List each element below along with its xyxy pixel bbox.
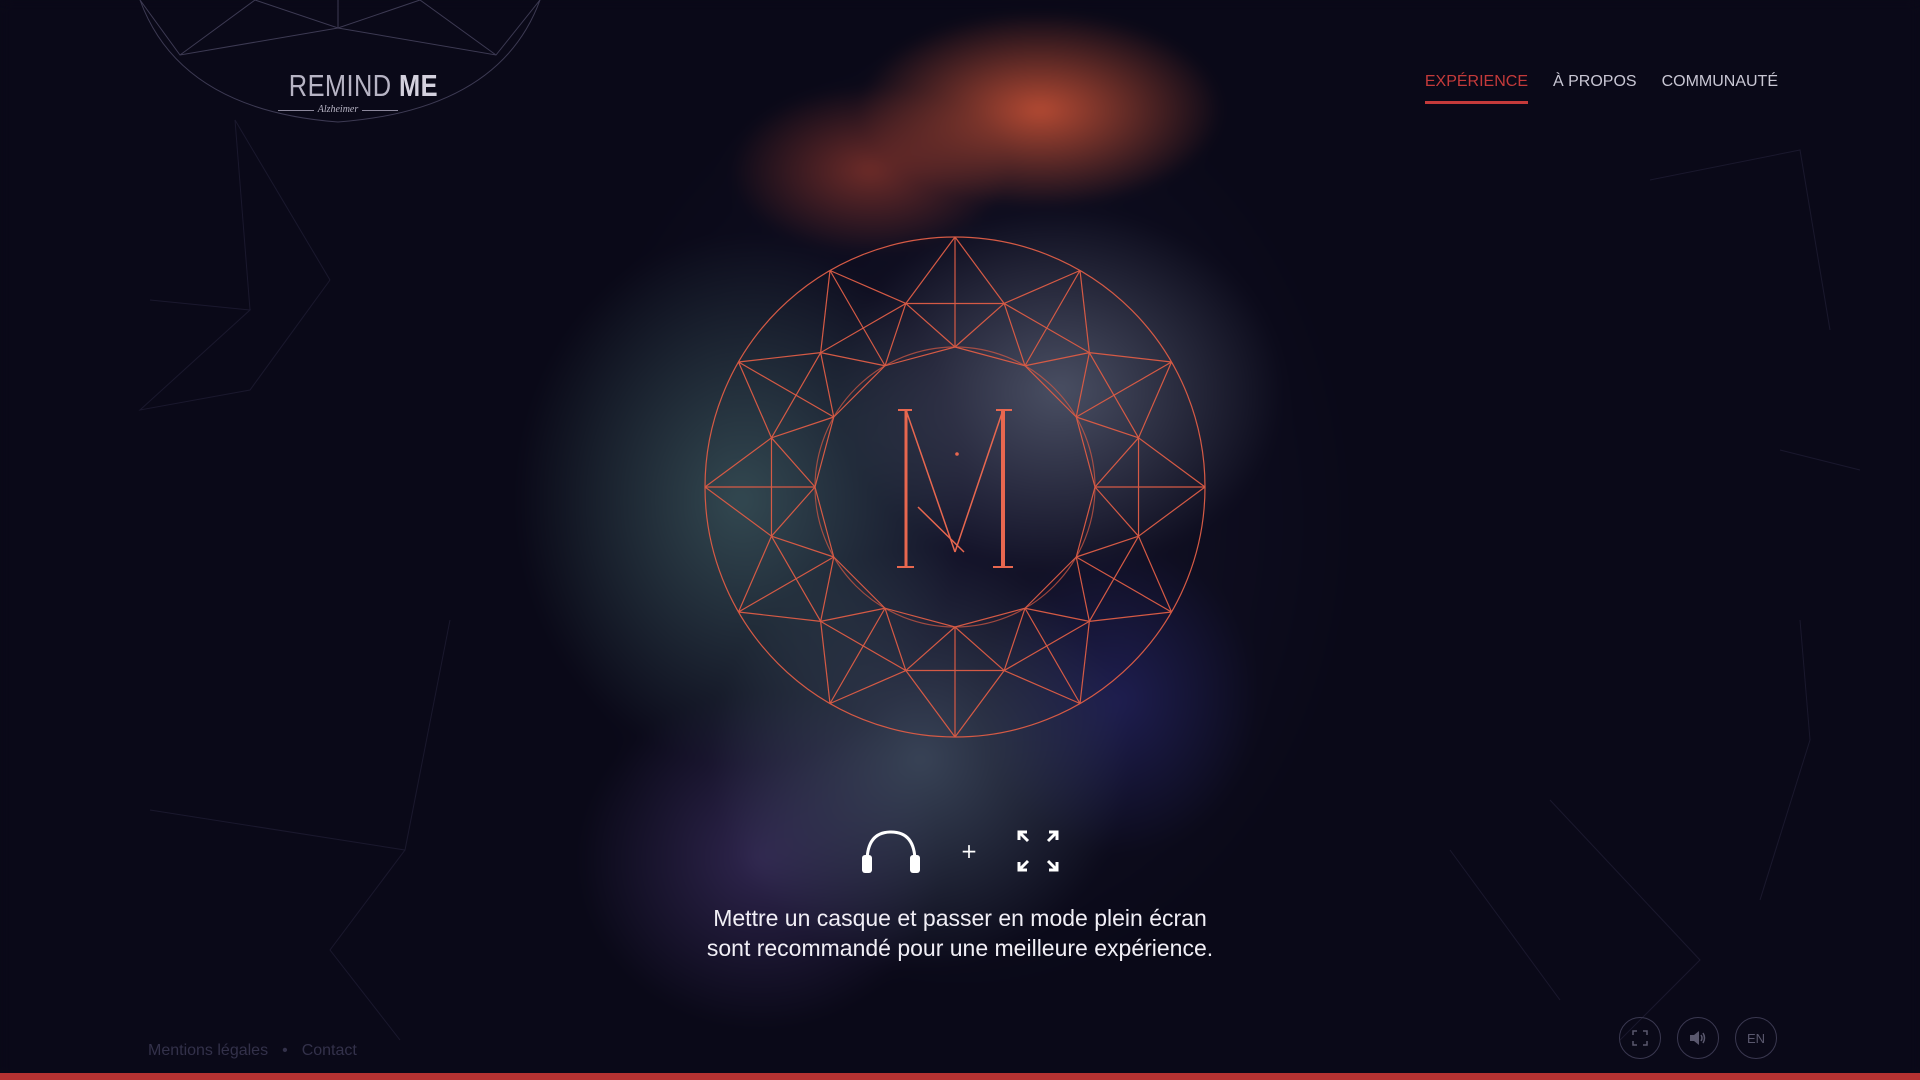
start-emblem[interactable] [700, 232, 1210, 742]
headphones-icon [861, 830, 920, 873]
footer-links: Mentions légales • Contact [148, 1042, 357, 1060]
legal-link[interactable]: Mentions légales [148, 1042, 268, 1060]
main-nav: EXPÉRIENCE À PROPOS COMMUNAUTÉ [1424, 73, 1778, 104]
recommendation-line-1: Mettre un casque et passer en mode plein… [713, 905, 1207, 931]
contact-link[interactable]: Contact [302, 1042, 357, 1060]
recommendation-line-2: sont recommandé pour une meilleure expér… [706, 935, 1214, 961]
fullscreen-button[interactable] [1619, 1017, 1661, 1059]
plus-sign: + [960, 839, 978, 863]
brand-logo[interactable]: REMIND ME Alzheimer [278, 68, 438, 115]
fullscreen-icon [1632, 1030, 1648, 1046]
footer-separator: • [282, 1042, 288, 1059]
recommendation-text: Mettre un casque et passer en mode plein… [0, 903, 1920, 963]
nav-item-a-propos[interactable]: À PROPOS [1553, 73, 1637, 104]
brand-name: REMIND ME [288, 68, 438, 103]
nav-item-communaute[interactable]: COMMUNAUTÉ [1662, 73, 1778, 104]
fullscreen-icon [1017, 830, 1059, 872]
progress-bar [0, 1073, 1920, 1080]
brand-subtitle: Alzheimer [278, 104, 398, 115]
language-button[interactable]: EN [1735, 1017, 1777, 1059]
speaker-icon [1690, 1031, 1706, 1045]
sound-button[interactable] [1677, 1017, 1719, 1059]
recommendation-icons: + [0, 828, 1920, 874]
progress-bar-fill [0, 1073, 1920, 1080]
nav-item-experience[interactable]: EXPÉRIENCE [1424, 73, 1528, 104]
control-buttons: EN [1619, 1017, 1777, 1059]
m-monogram-icon [897, 409, 1013, 568]
